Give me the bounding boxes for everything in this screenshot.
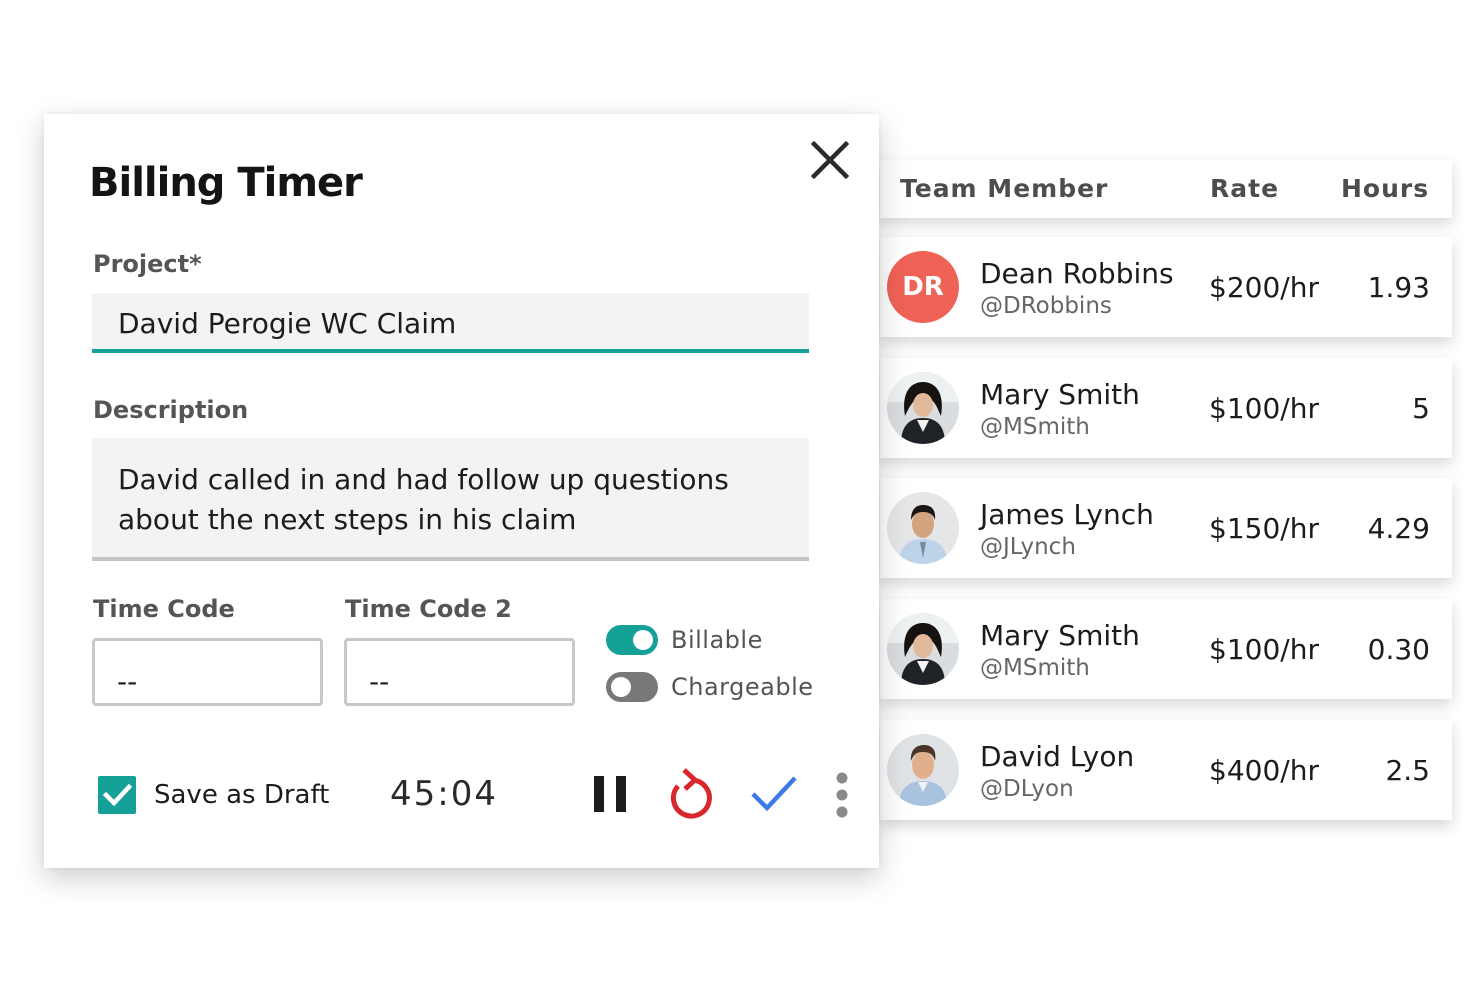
member-name: Dean Robbins [980,257,1174,290]
member-handle: @DRobbins [980,293,1112,319]
toggle-knob [611,677,631,697]
close-button[interactable] [808,138,852,182]
member-rate: $200/hr [1209,271,1319,304]
toggle-knob [633,630,653,650]
project-field[interactable]: David Perogie WC Claim [92,293,809,353]
table-row[interactable]: David Lyon @DLyon $400/hr 2.5 [880,720,1452,820]
chargeable-toggle[interactable] [606,672,658,702]
time-code-2-select[interactable]: -- [344,638,575,706]
pause-icon [594,776,626,812]
description-value: David called in and had follow up questi… [118,463,729,536]
member-rate: $100/hr [1209,392,1319,425]
member-rate: $400/hr [1209,754,1319,787]
member-handle: @JLynch [980,534,1076,560]
description-field[interactable]: David called in and had follow up questi… [92,438,809,561]
table-row[interactable]: Mary Smith @MSmith $100/hr 5 [880,358,1452,458]
save-as-draft-checkbox[interactable] [98,776,136,814]
save-as-draft-label: Save as Draft [154,780,330,810]
checkmark-icon [102,783,133,807]
member-hours: 2.5 [1385,754,1430,787]
table-row[interactable]: Mary Smith @MSmith $100/hr 0.30 [880,599,1452,699]
pause-button[interactable] [592,774,628,814]
table-row[interactable]: DR Dean Robbins @DRobbins $200/hr 1.93 [880,237,1452,337]
member-name: James Lynch [980,498,1154,531]
billable-toggle[interactable] [606,625,658,655]
reset-button[interactable] [664,764,718,820]
column-header-rate: Rate [1210,174,1280,203]
more-vertical-icon [836,772,848,818]
time-code-2-value: -- [369,665,390,698]
chargeable-label: Chargeable [671,673,814,701]
team-rates-table: Team Member Rate Hours DR Dean Robbins @… [880,160,1452,840]
confirm-button[interactable] [750,772,798,814]
table-header: Team Member Rate Hours [880,160,1452,218]
billable-label: Billable [671,626,763,654]
member-name: Mary Smith [980,619,1140,652]
avatar [887,372,959,444]
member-name: David Lyon [980,740,1135,773]
member-rate: $150/hr [1209,512,1319,545]
member-hours: 4.29 [1367,512,1430,545]
time-code-label: Time Code [93,595,235,623]
dialog-title: Billing Timer [89,160,363,206]
column-header-hours: Hours [1341,174,1430,203]
member-handle: @MSmith [980,414,1090,440]
more-options-button[interactable] [834,770,850,820]
close-icon [810,140,850,180]
member-hours: 1.93 [1367,271,1430,304]
member-handle: @DLyon [980,776,1074,802]
column-header-team-member: Team Member [900,174,1109,203]
member-handle: @MSmith [980,655,1090,681]
billing-timer-dialog: Billing Timer Project* David Perogie WC … [44,114,879,868]
time-code-value: -- [117,665,138,698]
check-icon [751,776,797,812]
avatar [887,734,959,806]
project-label: Project* [93,250,202,278]
member-name: Mary Smith [980,378,1140,411]
table-row[interactable]: James Lynch @JLynch $150/hr 4.29 [880,478,1452,578]
time-code-2-label: Time Code 2 [345,595,512,623]
elapsed-time: 45:04 [390,774,498,814]
avatar [887,492,959,564]
member-hours: 5 [1412,392,1430,425]
member-hours: 0.30 [1367,633,1430,666]
description-label: Description [93,396,249,424]
avatar [887,613,959,685]
member-rate: $100/hr [1209,633,1319,666]
project-value: David Perogie WC Claim [118,307,457,340]
time-code-select[interactable]: -- [92,638,323,706]
avatar: DR [887,251,959,323]
reset-icon [670,768,712,819]
